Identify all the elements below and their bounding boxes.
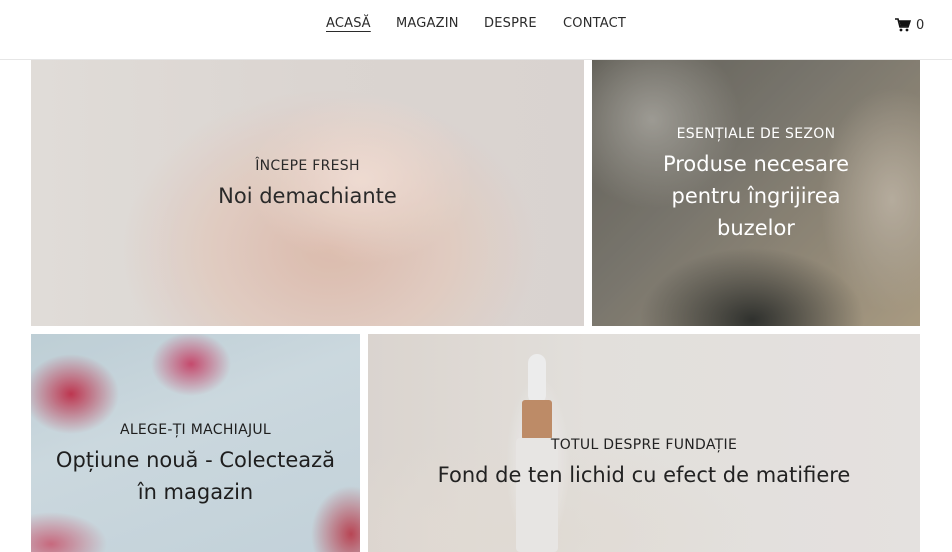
promo-tile-buze[interactable]: ESENȚIALE DE SEZON Produse necesare pent…: [592, 60, 920, 326]
tile-title: Noi demachiante: [218, 184, 397, 208]
tile-caption: TOTUL DESPRE FUNDAȚIE Fond de ten lichid…: [368, 437, 920, 491]
promo-tile-machiaj[interactable]: ALEGE-ȚI MACHIAJUL Opțiune nouă - Colect…: [31, 334, 360, 552]
site-header: ACASĂ MAGAZIN DESPRE CONTACT 0: [0, 0, 952, 60]
tile-title: Opțiune nouă - Colectează în magazin: [55, 448, 336, 504]
main-navigation: ACASĂ MAGAZIN DESPRE CONTACT: [0, 16, 952, 34]
nav-link-despre[interactable]: DESPRE: [484, 16, 537, 31]
tile-caption: ALEGE-ȚI MACHIAJUL Opțiune nouă - Colect…: [31, 422, 360, 508]
tile-caption: ÎNCEPE FRESH Noi demachiante: [31, 158, 584, 212]
tile-caption: ESENȚIALE DE SEZON Produse necesare pent…: [592, 126, 920, 244]
tile-eyebrow: ESENȚIALE DE SEZON: [676, 126, 836, 142]
promo-tile-demachiante[interactable]: ÎNCEPE FRESH Noi demachiante: [31, 60, 584, 326]
tile-eyebrow: TOTUL DESPRE FUNDAȚIE: [550, 437, 738, 453]
tile-eyebrow: ÎNCEPE FRESH: [255, 158, 360, 174]
nav-link-contact[interactable]: CONTACT: [563, 16, 626, 31]
nav-link-magazin[interactable]: MAGAZIN: [396, 16, 459, 31]
cart-count: 0: [916, 17, 925, 33]
shopping-cart-icon: [895, 18, 911, 32]
cart-button[interactable]: 0: [895, 16, 924, 34]
tile-title: Produse necesare pentru îngrijirea buzel…: [662, 152, 850, 240]
tile-eyebrow: ALEGE-ȚI MACHIAJUL: [119, 422, 272, 438]
promo-tile-fundatie[interactable]: TOTUL DESPRE FUNDAȚIE Fond de ten lichid…: [368, 334, 920, 552]
nav-link-acasa[interactable]: ACASĂ: [326, 16, 371, 31]
tile-title: Fond de ten lichid cu efect de matifiere: [437, 463, 851, 487]
